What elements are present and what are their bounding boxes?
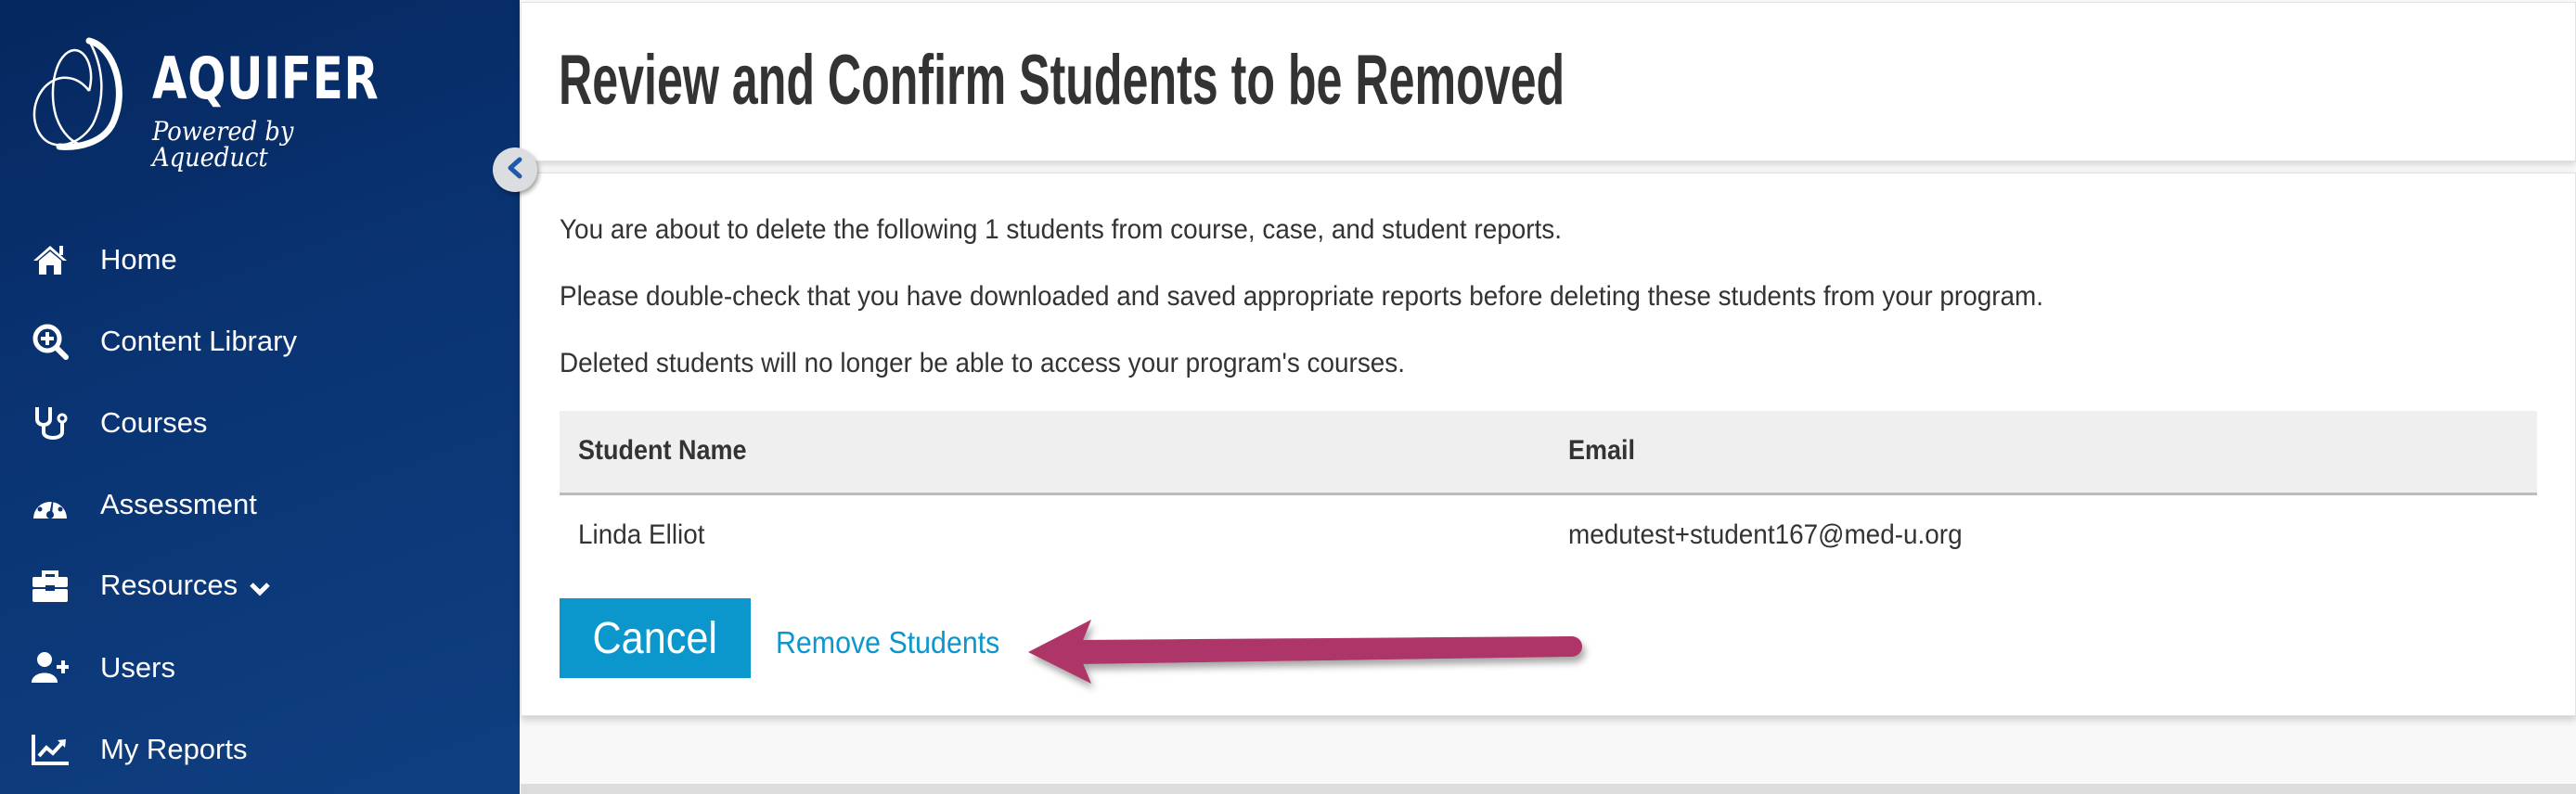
brand-name: AQUIFER xyxy=(152,45,380,112)
brand-tagline: Powered by Aqueduct xyxy=(152,116,294,173)
user-plus-icon xyxy=(32,649,69,686)
warning-paragraph-3: Deleted students will no longer be able … xyxy=(560,348,1406,378)
sidebar-item-courses[interactable]: Courses xyxy=(0,395,520,451)
table-row: Linda Elliot medutest+student167@med-u.o… xyxy=(560,495,2537,579)
confirm-removal-panel: You are about to delete the following 1 … xyxy=(521,173,2576,716)
sidebar-item-resources[interactable]: Resources xyxy=(0,558,520,614)
toolbox-icon xyxy=(32,568,69,605)
sidebar-item-label: My Reports xyxy=(100,733,248,765)
students-table: Student Name Email Linda Elliot medutest… xyxy=(560,411,2537,579)
search-plus-icon xyxy=(32,323,69,360)
cancel-button[interactable]: Cancel xyxy=(560,598,751,678)
sidebar-item-assessment[interactable]: Assessment xyxy=(0,477,520,532)
sidebar-item-label: Courses xyxy=(100,406,208,439)
sidebar-item-home[interactable]: Home xyxy=(0,232,520,288)
chart-line-icon xyxy=(32,731,69,768)
sidebar-item-content-library[interactable]: Content Library xyxy=(0,314,520,369)
sidebar-item-label: Home xyxy=(100,243,177,275)
cancel-button-label: Cancel xyxy=(592,613,718,663)
sidebar-item-users[interactable]: Users xyxy=(0,640,520,696)
stethoscope-icon xyxy=(32,404,69,442)
sidebar-item-label-text: Resources xyxy=(100,569,238,602)
sidebar-item-label: Resources xyxy=(100,569,271,604)
aquifer-logo[interactable]: AQUIFER Powered by Aqueduct xyxy=(28,33,418,171)
sidebar-item-label: Users xyxy=(100,651,175,684)
chevron-down-icon xyxy=(249,570,271,604)
home-icon xyxy=(32,241,69,278)
student-name-cell: Linda Elliot xyxy=(578,519,705,550)
warning-paragraph-1: You are about to delete the following 1 … xyxy=(560,214,1563,245)
page-title: Review and Confirm Students to be Remove… xyxy=(559,41,1565,120)
table-header: Student Name Email xyxy=(560,411,2537,495)
student-email-cell: medutest+student167@med-u.org xyxy=(1568,519,1963,550)
sidebar-item-my-reports[interactable]: My Reports xyxy=(0,722,520,777)
sidebar: AQUIFER Powered by Aqueduct Home Content… xyxy=(0,0,520,794)
aquifer-logo-icon xyxy=(32,37,122,150)
sidebar-item-label: Assessment xyxy=(100,488,257,520)
column-header-email[interactable]: Email xyxy=(1568,435,1635,467)
gauge-icon xyxy=(32,486,69,523)
remove-students-link[interactable]: Remove Students xyxy=(776,625,999,660)
page-header: Review and Confirm Students to be Remove… xyxy=(521,2,2576,161)
chevron-left-icon xyxy=(506,157,524,184)
warning-paragraph-2: Please double-check that you have downlo… xyxy=(560,281,2044,312)
sidebar-item-label: Content Library xyxy=(100,325,297,357)
column-header-student-name[interactable]: Student Name xyxy=(578,435,747,467)
footer-band xyxy=(521,784,2576,794)
sidebar-collapse-button[interactable] xyxy=(493,147,537,192)
